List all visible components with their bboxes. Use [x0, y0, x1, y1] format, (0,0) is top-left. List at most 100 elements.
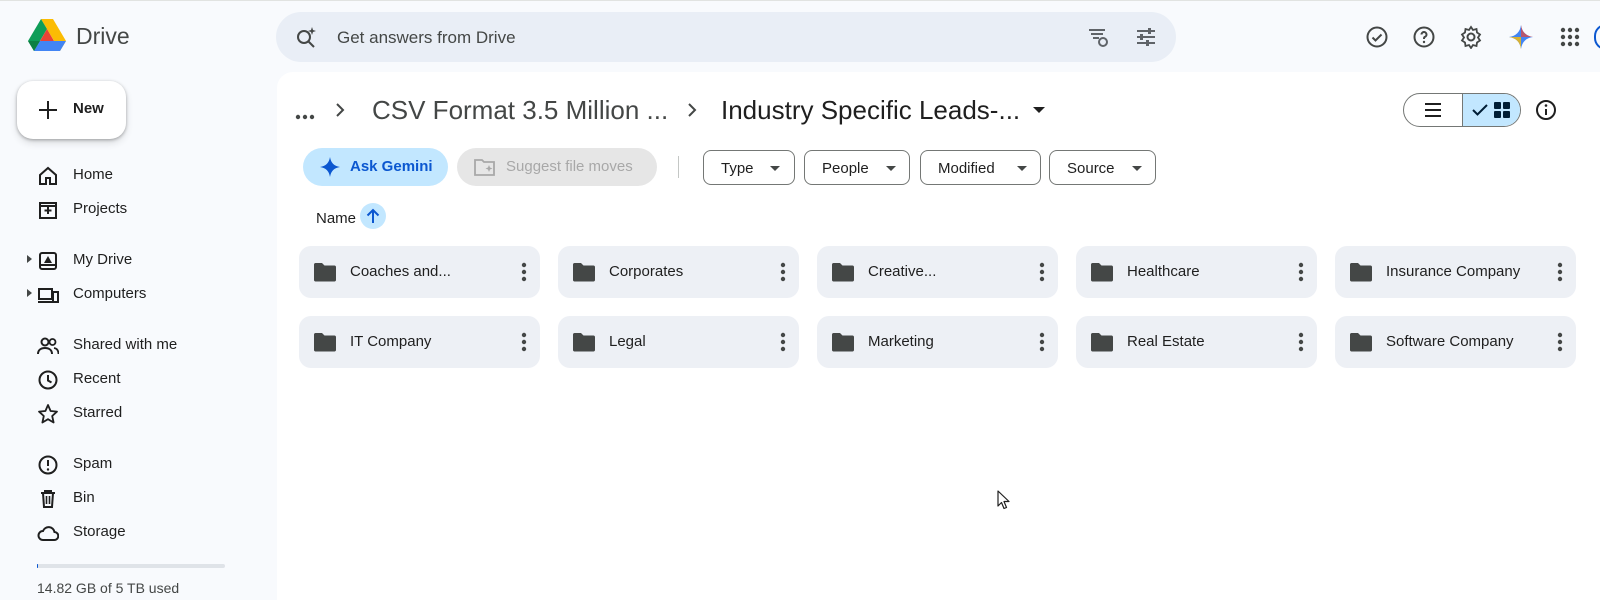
folder-icon [831, 332, 855, 357]
grid-view-icon [1494, 102, 1511, 118]
sidebar-item-bin[interactable]: Bin [0, 482, 260, 514]
clock-icon [37, 369, 59, 391]
folder-icon [1349, 332, 1373, 357]
folder-card[interactable]: Legal [558, 316, 799, 368]
check-icon [1472, 104, 1489, 116]
breadcrumb-current[interactable]: Industry Specific Leads-... [721, 95, 1020, 126]
ask-gemini-label: Ask Gemini [350, 158, 433, 175]
view-toggle[interactable] [1403, 93, 1521, 127]
folder-card[interactable]: IT Company [299, 316, 540, 368]
more-options-icon[interactable] [780, 262, 786, 287]
more-options-icon[interactable] [1298, 262, 1304, 287]
sidebar-item-starred[interactable]: Starred [0, 397, 260, 429]
folder-card[interactable]: Healthcare [1076, 246, 1317, 298]
more-options-icon[interactable] [1298, 332, 1304, 357]
more-options-icon[interactable] [521, 332, 527, 357]
folder-card[interactable]: Creative... [817, 246, 1058, 298]
toolbar-divider [678, 156, 679, 178]
search-options-icon[interactable] [1086, 25, 1110, 54]
folder-name: Real Estate [1127, 333, 1205, 350]
mouse-cursor-icon [997, 490, 1011, 515]
dropdown-arrow-icon [770, 166, 780, 171]
sidebar-item-label: Computers [73, 285, 147, 302]
suggest-file-moves-button[interactable]: Suggest file moves [457, 148, 657, 186]
folder-card[interactable]: Corporates [558, 246, 799, 298]
folder-card[interactable]: Marketing [817, 316, 1058, 368]
more-path-icon[interactable] [295, 107, 315, 125]
suggest-file-moves-label: Suggest file moves [506, 158, 633, 175]
sidebar-item-label: Shared with me [73, 336, 178, 353]
sidebar-item-my-drive[interactable]: My Drive [0, 244, 260, 276]
more-options-icon[interactable] [521, 262, 527, 287]
list-view-icon [1424, 103, 1441, 117]
dropdown-arrow-icon [1017, 166, 1027, 171]
new-button[interactable]: New [17, 81, 126, 139]
folder-name: Corporates [609, 263, 684, 280]
more-options-icon[interactable] [1039, 262, 1045, 287]
sidebar-item-label: Home [73, 166, 114, 183]
folder-icon [313, 262, 337, 287]
sidebar-item-recent[interactable]: Recent [0, 363, 260, 395]
search-spark-icon [294, 25, 318, 54]
grid-view-button[interactable] [1461, 94, 1520, 126]
chevron-right-icon [335, 103, 345, 122]
search-input[interactable]: Get answers from Drive [337, 28, 516, 48]
shared-icon [37, 335, 60, 357]
folder-icon [1349, 262, 1373, 287]
folder-icon [1090, 262, 1114, 287]
sidebar-item-shared-with-me[interactable]: Shared with me [0, 329, 260, 361]
account-avatar[interactable] [1594, 24, 1600, 50]
info-icon[interactable] [1535, 99, 1557, 126]
list-view-button[interactable] [1404, 94, 1462, 126]
folder-card[interactable]: Insurance Company [1335, 246, 1576, 298]
sidebar-item-spam[interactable]: Spam [0, 448, 260, 480]
filter-chip-label: Source [1067, 160, 1115, 177]
folder-name: IT Company [350, 333, 432, 350]
sidebar-item-label: Bin [73, 489, 95, 506]
projects-icon [37, 199, 59, 221]
sort-direction-button[interactable] [360, 203, 386, 229]
sidebar-item-home[interactable]: Home [0, 159, 260, 191]
folder-menu-dropdown-icon[interactable] [1033, 107, 1045, 113]
folder-name: Marketing [868, 333, 934, 350]
folder-icon [572, 262, 596, 287]
filter-chip-modified[interactable]: Modified [920, 150, 1041, 185]
new-button-label: New [73, 100, 104, 117]
tasks-check-icon[interactable] [1364, 24, 1390, 50]
search-bar[interactable]: Get answers from Drive [276, 12, 1176, 62]
more-options-icon[interactable] [780, 332, 786, 357]
filter-chip-type[interactable]: Type [703, 150, 795, 185]
search-filters-icon[interactable] [1134, 25, 1158, 54]
suggest-folder-icon [474, 157, 496, 182]
sort-name-header[interactable]: Name [316, 210, 356, 227]
dropdown-arrow-icon [886, 166, 896, 171]
folder-card[interactable]: Real Estate [1076, 316, 1317, 368]
filter-chip-label: Type [721, 160, 754, 177]
drive-logo[interactable]: Drive [28, 19, 130, 53]
sidebar-item-label: Starred [73, 404, 123, 421]
folder-card[interactable]: Software Company [1335, 316, 1576, 368]
gemini-icon[interactable] [1508, 24, 1534, 50]
sidebar-item-computers[interactable]: Computers [0, 278, 260, 310]
help-icon[interactable] [1411, 24, 1437, 50]
settings-icon[interactable] [1458, 24, 1484, 50]
apps-grid-icon[interactable] [1557, 24, 1583, 50]
filter-chip-source[interactable]: Source [1049, 150, 1156, 185]
computers-icon [37, 284, 59, 306]
breadcrumb-parent[interactable]: CSV Format 3.5 Million ... [372, 95, 668, 126]
sidebar-item-label: Recent [73, 370, 121, 387]
folder-card[interactable]: Coaches and... [299, 246, 540, 298]
more-options-icon[interactable] [1039, 332, 1045, 357]
expand-caret-icon[interactable] [27, 255, 32, 263]
more-options-icon[interactable] [1557, 332, 1563, 357]
more-options-icon[interactable] [1557, 262, 1563, 287]
bin-icon [37, 488, 59, 510]
filter-chip-label: People [822, 160, 869, 177]
ask-gemini-button[interactable]: Ask Gemini [303, 148, 448, 186]
expand-caret-icon[interactable] [27, 289, 32, 297]
sidebar-item-projects[interactable]: Projects [0, 193, 260, 225]
app-name: Drive [76, 22, 130, 49]
sidebar-item-storage[interactable]: Storage [0, 516, 260, 548]
filter-chip-people[interactable]: People [804, 150, 910, 185]
folder-name: Coaches and... [350, 263, 451, 280]
